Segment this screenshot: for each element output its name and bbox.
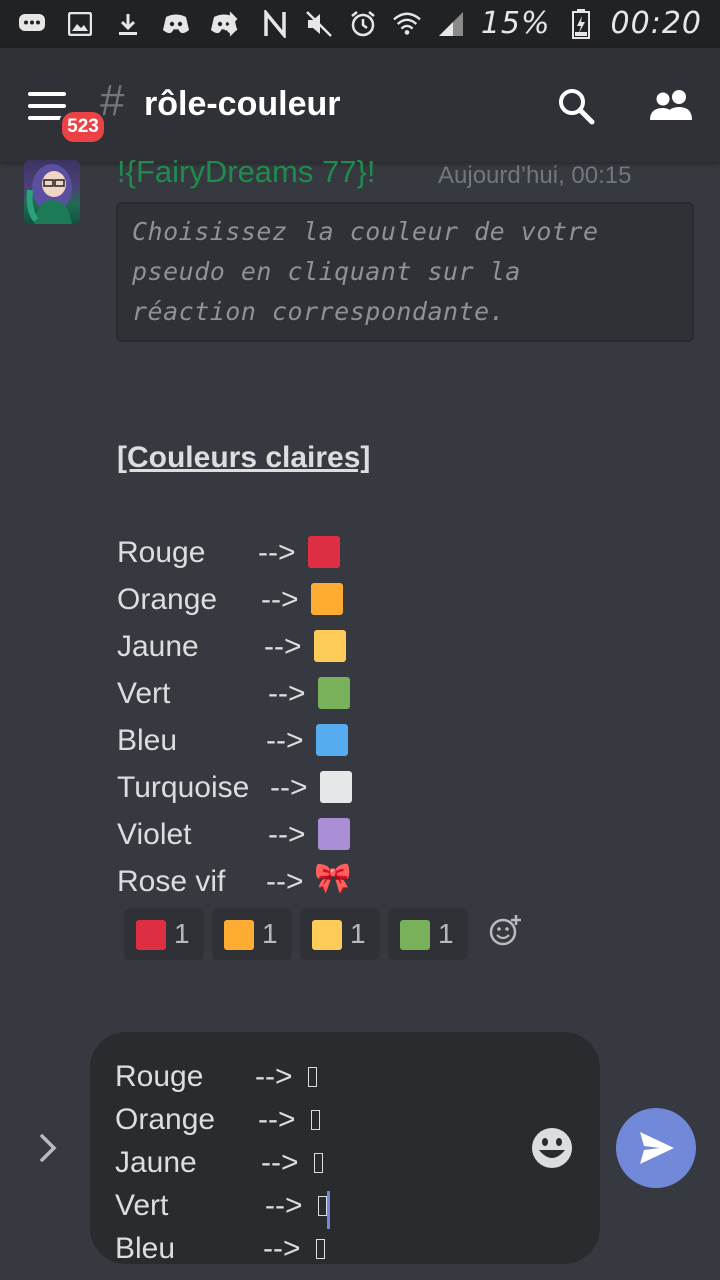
members-icon[interactable] bbox=[648, 86, 696, 126]
wifi-icon bbox=[393, 10, 421, 38]
code-block: Choisissez la couleur de votre pseudo en… bbox=[116, 202, 694, 342]
emoji-picker-icon[interactable] bbox=[530, 1126, 574, 1170]
text-caret bbox=[327, 1191, 330, 1229]
reaction-green-square[interactable]: 1 bbox=[388, 908, 468, 960]
green-square-icon bbox=[400, 920, 430, 950]
input-line-name: Jaune bbox=[115, 1146, 197, 1179]
red-square-icon bbox=[308, 536, 340, 568]
input-line-name: Rouge bbox=[115, 1060, 204, 1093]
chat-icon bbox=[18, 10, 46, 38]
alarm-icon bbox=[349, 10, 377, 38]
missing-glyph-icon bbox=[311, 1110, 320, 1130]
message-timestamp: Aujourd’hui, 00:15 bbox=[438, 162, 632, 189]
yellow-square-icon bbox=[314, 630, 346, 662]
orange-square-icon bbox=[224, 920, 254, 950]
input-line-arrow: --> bbox=[261, 1146, 299, 1179]
status-bar: 15% 00:20 bbox=[0, 0, 720, 48]
arrow-text: --> bbox=[266, 865, 304, 898]
arrow-text: --> bbox=[261, 583, 299, 616]
search-icon[interactable] bbox=[556, 86, 596, 126]
arrow-text: --> bbox=[266, 724, 304, 757]
color-name: Jaune bbox=[117, 630, 199, 663]
message-input[interactable]: Rouge --> Orange --> Jaune --> Vert --> … bbox=[90, 1032, 600, 1264]
color-name: Rouge bbox=[117, 536, 206, 569]
channel-name: rôle-couleur bbox=[144, 85, 341, 123]
send-icon bbox=[640, 1132, 674, 1164]
reaction-count: 1 bbox=[174, 918, 190, 949]
color-name: Vert bbox=[117, 677, 171, 710]
arrow-text: --> bbox=[258, 536, 296, 569]
reaction-red-square[interactable]: 1 bbox=[124, 908, 204, 960]
send-button[interactable] bbox=[616, 1108, 696, 1188]
reaction-count: 1 bbox=[262, 918, 278, 949]
input-line-name: Orange bbox=[115, 1103, 216, 1136]
battery-icon bbox=[567, 8, 595, 39]
color-name: Turquoise bbox=[117, 771, 250, 804]
arrow-text: --> bbox=[268, 818, 306, 851]
red-square-icon bbox=[136, 920, 166, 950]
orange-square-icon bbox=[311, 583, 343, 615]
section-title: [Couleurs claires] bbox=[117, 441, 371, 474]
clock: 00:20 bbox=[610, 6, 702, 41]
arrow-text: --> bbox=[270, 771, 308, 804]
white-square-icon bbox=[320, 771, 352, 803]
green-square-icon bbox=[318, 677, 350, 709]
download-icon bbox=[114, 10, 142, 38]
message-author[interactable]: !{FairyDreams 77}! bbox=[117, 154, 375, 190]
blue-square-icon bbox=[316, 724, 348, 756]
input-line-arrow: --> bbox=[258, 1103, 296, 1136]
image-icon bbox=[66, 10, 94, 38]
color-name: Violet bbox=[117, 818, 192, 851]
color-name: Rose vif bbox=[117, 865, 226, 898]
ribbon-icon: 🎀 bbox=[314, 862, 352, 895]
missing-glyph-icon bbox=[314, 1153, 323, 1173]
reaction-count: 1 bbox=[438, 918, 454, 949]
input-line-name: Bleu bbox=[115, 1232, 176, 1264]
chevron-right-icon[interactable] bbox=[34, 1130, 64, 1166]
reaction-orange-square[interactable]: 1 bbox=[212, 908, 292, 960]
add-reaction-icon[interactable] bbox=[488, 914, 522, 948]
missing-glyph-icon bbox=[318, 1196, 327, 1216]
color-name: Orange bbox=[117, 583, 218, 616]
status-bar-notifications bbox=[18, 10, 238, 38]
channel-hash-icon: # bbox=[100, 76, 125, 125]
discord-icon bbox=[162, 10, 190, 38]
purple-square-icon bbox=[318, 818, 350, 850]
battery-percent: 15% bbox=[480, 6, 551, 41]
arrow-text: --> bbox=[268, 677, 306, 710]
status-bar-system: 15% 00:20 bbox=[217, 6, 702, 41]
signal-icon bbox=[437, 10, 465, 38]
channel-header: 523 # rôle-couleur bbox=[0, 48, 720, 162]
bluetooth-icon bbox=[217, 10, 245, 38]
author-avatar[interactable] bbox=[24, 160, 80, 224]
mute-icon bbox=[305, 10, 333, 38]
input-line-arrow: --> bbox=[263, 1232, 301, 1264]
missing-glyph-icon bbox=[308, 1067, 317, 1087]
reaction-count: 1 bbox=[350, 918, 366, 949]
arrow-text: --> bbox=[264, 630, 302, 663]
input-line-arrow: --> bbox=[255, 1060, 293, 1093]
reaction-yellow-square[interactable]: 1 bbox=[300, 908, 380, 960]
color-name: Bleu bbox=[117, 724, 178, 757]
input-line-arrow: --> bbox=[265, 1189, 303, 1222]
yellow-square-icon bbox=[312, 920, 342, 950]
nfc-icon bbox=[261, 9, 289, 38]
missing-glyph-icon bbox=[316, 1239, 325, 1259]
input-line-name: Vert bbox=[115, 1189, 169, 1222]
